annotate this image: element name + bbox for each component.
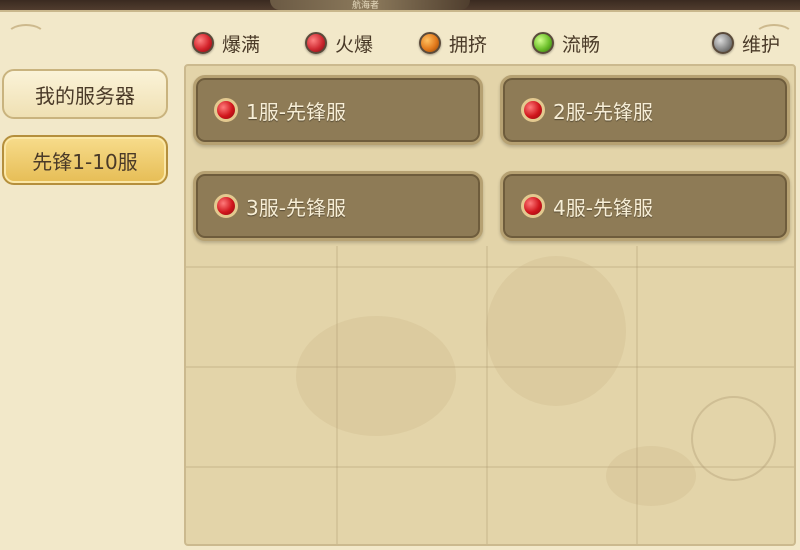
server-name: 2服-先锋服 [553,99,653,124]
legend-item-full: 爆满 [192,28,260,58]
legend-label: 流畅 [562,33,601,56]
legend-item-smooth: 流畅 [532,28,600,58]
legend-label: 火爆 [335,33,374,56]
legend-label: 维护 [742,33,781,56]
status-full-icon [521,98,545,122]
status-full-icon [192,32,214,54]
server-button-3[interactable]: 3服-先锋服 [193,171,483,241]
map-decoration [606,446,696,506]
legend-label: 爆满 [222,33,261,56]
status-full-icon [214,194,238,218]
compass-decoration [691,396,776,481]
map-grid-line [336,246,338,544]
map-grid-line [486,246,488,544]
map-decoration [486,256,626,406]
server-button-1[interactable]: 1服-先锋服 [193,75,483,145]
server-name: 4服-先锋服 [553,195,653,220]
status-hot-icon [305,32,327,54]
server-name: 1服-先锋服 [246,99,346,124]
server-button-4[interactable]: 4服-先锋服 [500,171,790,241]
map-grid-line [186,366,794,368]
map-grid-line [186,466,794,468]
server-button-2[interactable]: 2服-先锋服 [500,75,790,145]
server-name: 3服-先锋服 [246,195,346,220]
legend-item-hot: 火爆 [305,28,373,58]
map-grid-line [636,246,638,544]
map-decoration [296,316,456,436]
status-smooth-icon [532,32,554,54]
map-grid-line [186,266,794,268]
legend-item-maintenance: 维护 [712,28,780,58]
status-crowded-icon [419,32,441,54]
legend-label: 拥挤 [449,33,488,56]
banner-text: 航海者 [352,1,380,11]
tab-vanguard-1-10[interactable]: 先锋1-10服 [2,135,168,185]
status-maintenance-icon [712,32,734,54]
tab-my-servers[interactable]: 我的服务器 [2,69,168,119]
legend-item-crowded: 拥挤 [419,28,487,58]
status-full-icon [521,194,545,218]
corner-ornament-left [6,24,46,48]
status-full-icon [214,98,238,122]
